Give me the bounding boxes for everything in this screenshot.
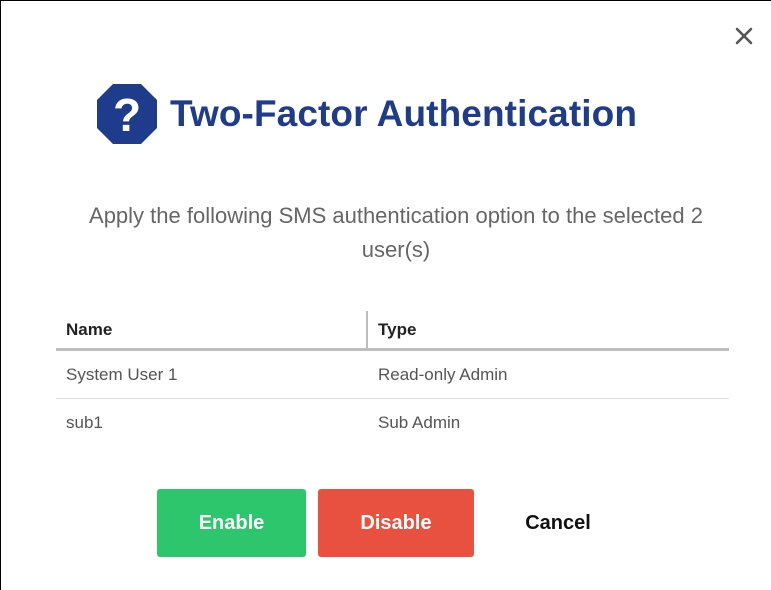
dialog-actions: Enable Disable Cancel xyxy=(157,489,628,557)
cell-name: System User 1 xyxy=(66,364,178,384)
dialog-title: Two-Factor Authentication xyxy=(170,93,638,134)
cancel-button[interactable]: Cancel xyxy=(488,489,628,557)
enable-button[interactable]: Enable xyxy=(157,489,306,557)
close-icon[interactable] xyxy=(731,23,759,51)
cell-type: Sub Admin xyxy=(378,413,461,432)
two-factor-dialog: ? Two-Factor Authentication Apply the fo… xyxy=(0,0,771,590)
column-header-name[interactable]: Name xyxy=(56,311,366,348)
table-row[interactable]: sub1 Sub Admin xyxy=(56,399,729,447)
cell-name: sub1 xyxy=(66,413,103,432)
disable-button[interactable]: Disable xyxy=(318,489,474,557)
dialog-message: Apply the following SMS authentication o… xyxy=(89,203,703,262)
column-header-type[interactable]: Type xyxy=(366,311,729,348)
table-header: Name Type xyxy=(56,311,729,351)
users-table: Name Type System User 1 Read-only Admin … xyxy=(56,311,729,447)
dialog-header: ? Two-Factor Authentication xyxy=(94,81,637,147)
cell-type: Read-only Admin xyxy=(378,364,508,384)
question-shield-icon: ? xyxy=(94,81,160,147)
svg-text:?: ? xyxy=(113,89,141,141)
table-row[interactable]: System User 1 Read-only Admin xyxy=(56,351,729,399)
